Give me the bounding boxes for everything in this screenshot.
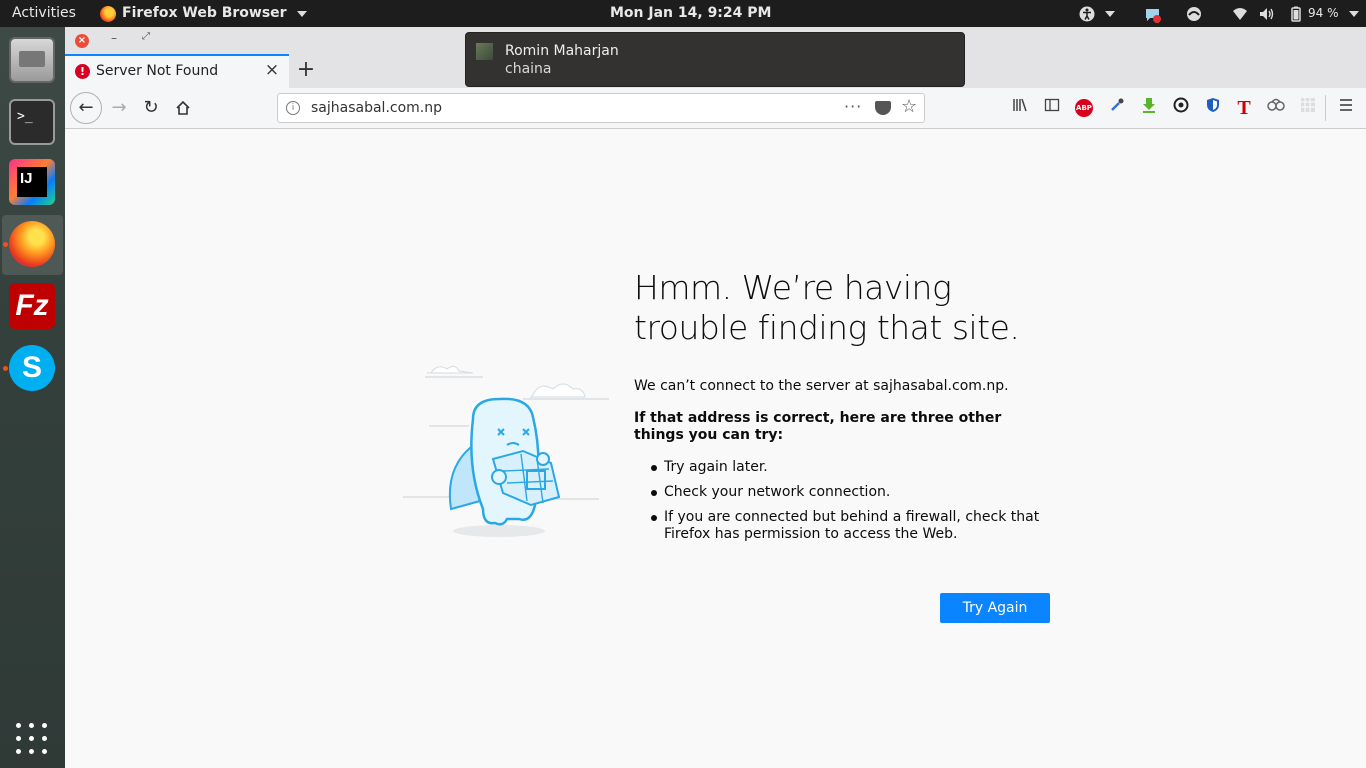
close-tab-icon[interactable]: ×: [263, 61, 281, 79]
puzzle-icon[interactable]: [1265, 97, 1287, 119]
launcher-dock: >_ IJ Fz S: [0, 27, 65, 768]
url-bar[interactable]: i sajhasabal.com.np ··· ☆: [277, 93, 925, 123]
url-input[interactable]: sajhasabal.com.np: [311, 100, 442, 116]
volume-icon[interactable]: [1259, 6, 1275, 22]
list-item: Try again later.: [634, 459, 1054, 476]
chevron-down-icon[interactable]: [1349, 11, 1359, 17]
error-icon: !: [75, 64, 90, 79]
home-button[interactable]: [171, 96, 195, 120]
battery-percentage[interactable]: 94 %: [1308, 0, 1339, 27]
list-item: Check your network connection.: [634, 484, 1054, 501]
t-icon[interactable]: T: [1233, 97, 1255, 119]
terminal-icon[interactable]: >_: [9, 99, 55, 145]
window-close-button[interactable]: ×: [75, 34, 89, 48]
pocket-icon[interactable]: [875, 101, 891, 115]
top-bar: Activities Firefox Web Browser Mon Jan 1…: [0, 0, 1366, 27]
tab-title: Server Not Found: [96, 63, 219, 79]
running-indicator: [3, 366, 8, 371]
running-indicator: [3, 242, 8, 247]
error-description: We can’t connect to the server at sajhas…: [634, 378, 1009, 394]
notification-banner[interactable]: Romin Maharjan chaina: [465, 32, 965, 87]
firefox-window: × – ⤢ ! Server Not Found × + ← → ↻ i saj…: [65, 27, 1366, 768]
bookmark-star-icon[interactable]: ☆: [901, 96, 917, 117]
avatar: [476, 43, 493, 60]
wifi-icon[interactable]: [1232, 6, 1248, 22]
firefox-icon: [100, 5, 116, 22]
site-info-icon[interactable]: i: [286, 101, 300, 115]
chevron-down-icon[interactable]: [1105, 11, 1115, 17]
intellij-idea-icon[interactable]: IJ: [9, 159, 55, 205]
eyedropper-icon[interactable]: [1106, 97, 1128, 119]
download-icon[interactable]: [1138, 97, 1160, 119]
list-item: If you are connected but behind a firewa…: [634, 509, 1054, 543]
suggestions-heading: If that address is correct, here are thr…: [634, 410, 1002, 443]
notification-app-icon[interactable]: [1144, 6, 1161, 23]
suggestions-list: Try again later. Check your network conn…: [634, 459, 1054, 551]
intellij-label: IJ: [17, 167, 47, 197]
back-button[interactable]: ←: [70, 92, 102, 124]
adblock-plus-icon[interactable]: ABP: [1075, 99, 1093, 117]
notification-body: chaina: [505, 61, 552, 77]
app-menu-label: Firefox Web Browser: [122, 5, 287, 21]
shield-icon[interactable]: [1202, 97, 1224, 119]
page-content: Hmm. We’re having trouble finding that s…: [65, 129, 1366, 768]
tab-server-not-found[interactable]: ! Server Not Found ×: [65, 54, 289, 88]
notification-title: Romin Maharjan: [505, 43, 619, 59]
accessibility-icon[interactable]: [1079, 6, 1095, 22]
app-menu[interactable]: Firefox Web Browser: [100, 0, 307, 27]
new-tab-button[interactable]: +: [296, 57, 316, 82]
window-minimize-button[interactable]: –: [107, 31, 121, 45]
vpn-icon[interactable]: [1186, 6, 1202, 22]
page-actions-icon[interactable]: ···: [844, 97, 862, 116]
menu-icon[interactable]: [1335, 97, 1357, 119]
filezilla-icon[interactable]: Fz: [9, 283, 55, 329]
chevron-down-icon: [296, 10, 307, 17]
library-icon[interactable]: [1009, 97, 1031, 119]
clock[interactable]: Mon Jan 14, 9:24 PM: [610, 0, 771, 27]
reload-button[interactable]: ↻: [139, 96, 163, 120]
extension-icon[interactable]: [1170, 97, 1192, 119]
files-icon[interactable]: [9, 37, 55, 83]
error-title: Hmm. We’re having trouble finding that s…: [634, 268, 1020, 347]
navigation-toolbar: ← → ↻ i sajhasabal.com.np ··· ☆ ABP T: [65, 88, 1366, 129]
try-again-button[interactable]: Try Again: [940, 593, 1050, 623]
firefox-icon[interactable]: [9, 221, 55, 267]
error-illustration: [403, 365, 609, 537]
sidebar-icon[interactable]: [1041, 97, 1063, 119]
activities-button[interactable]: Activities: [12, 0, 76, 27]
grid-icon[interactable]: [1297, 97, 1319, 119]
toolbar-divider: [1325, 95, 1326, 121]
forward-button[interactable]: →: [107, 96, 131, 120]
window-maximize-button[interactable]: ⤢: [139, 31, 153, 45]
skype-icon[interactable]: S: [9, 345, 55, 391]
show-applications-icon[interactable]: [9, 717, 55, 763]
battery-icon[interactable]: [1288, 6, 1304, 22]
